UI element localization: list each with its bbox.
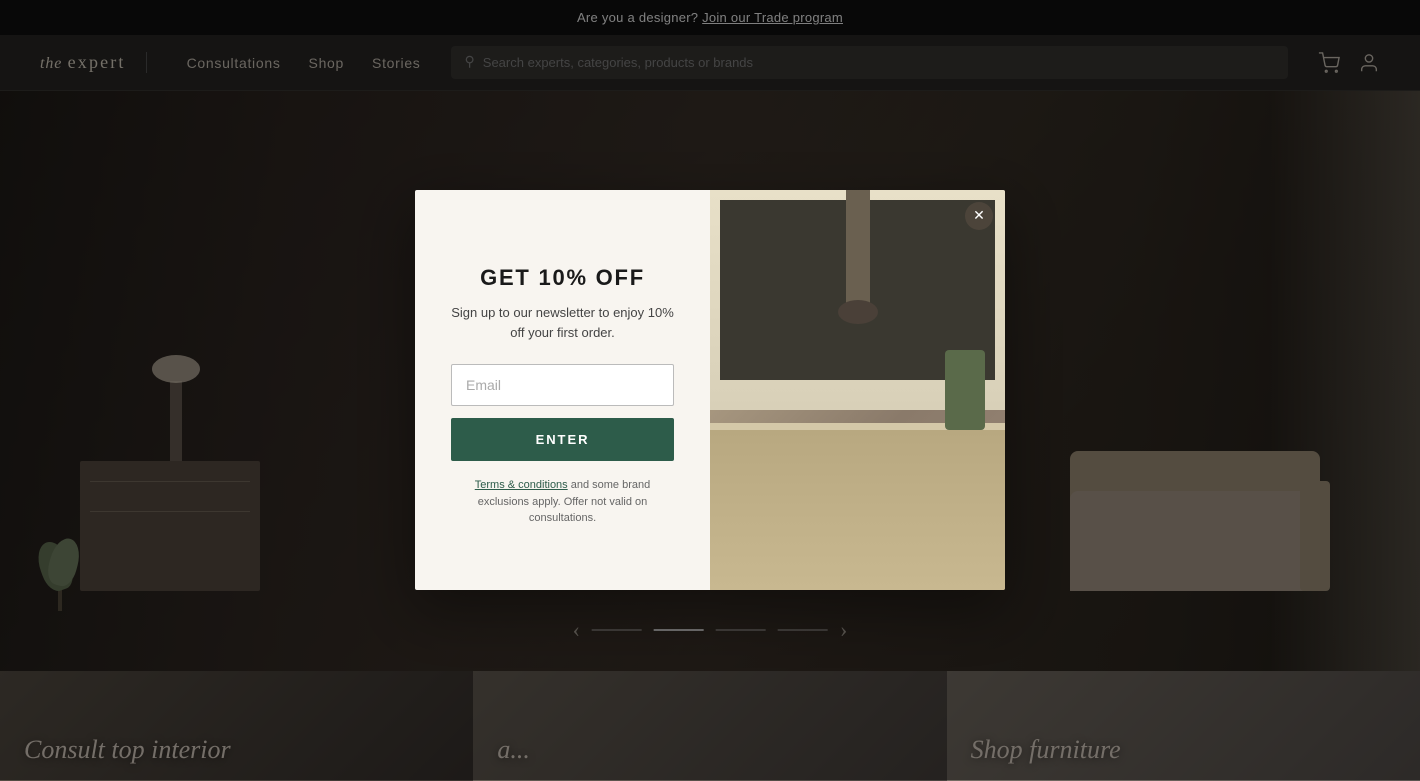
kitchen-counter xyxy=(710,430,1005,590)
modal-email-input[interactable] xyxy=(451,364,674,406)
pendant-shade xyxy=(838,300,878,324)
modal-enter-button[interactable]: ENTER xyxy=(451,418,674,461)
kitchen-plant xyxy=(945,350,985,430)
close-icon: ✕ xyxy=(973,208,985,225)
terms-conditions-link[interactable]: Terms & conditions xyxy=(475,479,568,491)
modal-footer-text: Terms & conditions and some brand exclus… xyxy=(451,477,674,527)
modal-close-button[interactable]: ✕ xyxy=(965,202,993,230)
modal-image-panel xyxy=(710,190,1005,590)
modal-dialog: ✕ GET 10% OFF Sign up to our newsletter … xyxy=(415,190,1005,590)
modal-title: GET 10% OFF xyxy=(480,265,645,291)
modal-form-panel: GET 10% OFF Sign up to our newsletter to… xyxy=(415,190,710,590)
pendant-light xyxy=(846,190,870,310)
modal-subtitle: Sign up to our newsletter to enjoy 10% o… xyxy=(451,303,674,342)
modal-overlay[interactable]: ✕ GET 10% OFF Sign up to our newsletter … xyxy=(0,0,1420,780)
